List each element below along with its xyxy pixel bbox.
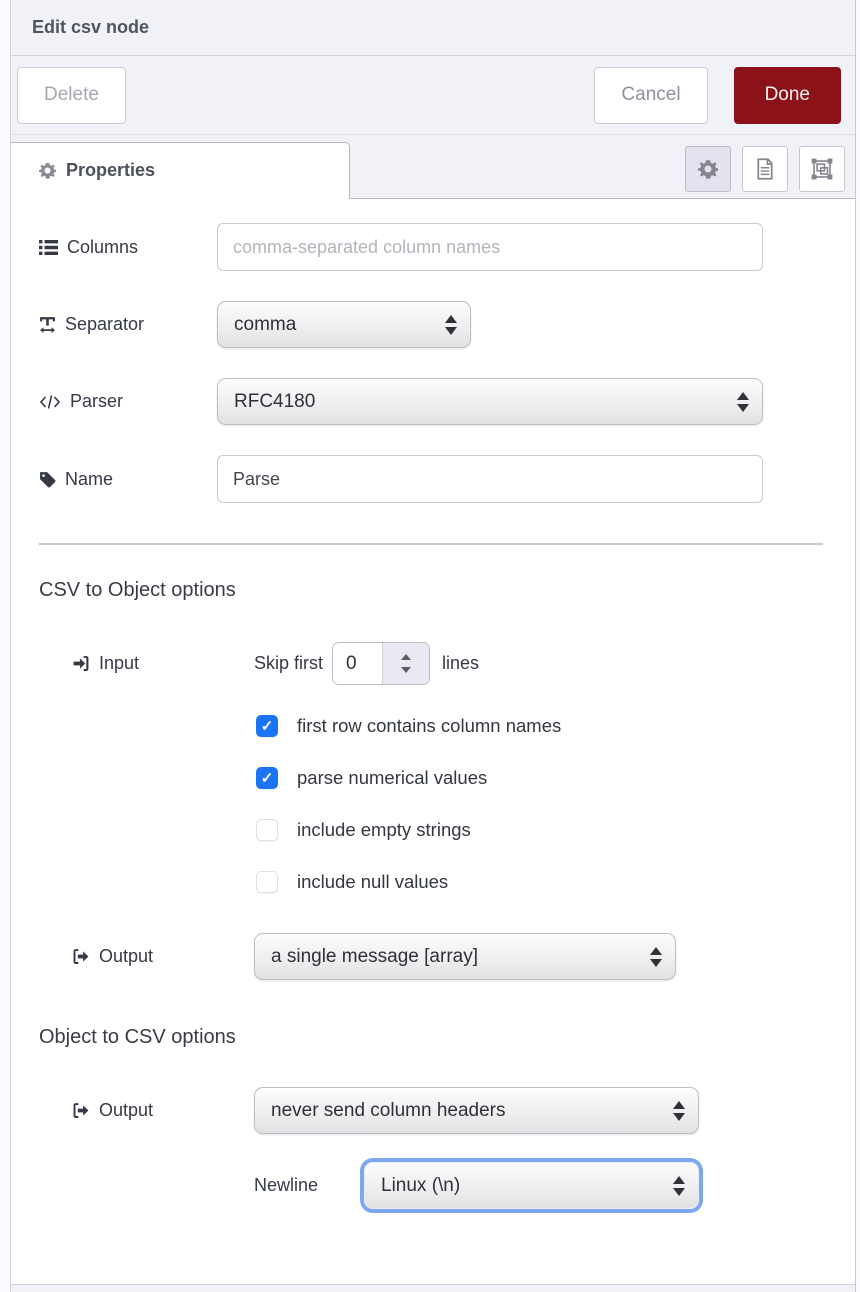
separator-row: Separator comma: [39, 301, 835, 348]
columns-label: Columns: [39, 237, 217, 258]
name-row: Name: [39, 455, 835, 503]
dialog-title: Edit csv node: [32, 17, 149, 38]
lines-label: lines: [442, 653, 479, 674]
parser-row: Parser RFC4180: [39, 378, 835, 425]
tab-properties[interactable]: Properties: [11, 142, 350, 199]
document-icon: [755, 158, 775, 180]
object-to-csv-heading: Object to CSV options: [39, 1026, 835, 1049]
editor-tabbar: Properties: [11, 135, 855, 199]
gear-icon: [39, 162, 56, 179]
separator-select-value: comma: [234, 314, 296, 336]
code-icon: [39, 394, 61, 410]
separator-label: Separator: [39, 314, 217, 335]
sign-out-icon: [72, 1102, 90, 1119]
parse-numerical-checkbox[interactable]: [256, 767, 278, 789]
dialog-toolbar: Delete Cancel Done: [11, 56, 855, 135]
first-row-names-checkbox[interactable]: [256, 715, 278, 737]
edit-node-dialog: Edit csv node Delete Cancel Done Propert…: [10, 0, 856, 1292]
newline-select[interactable]: Linux (\n): [364, 1162, 699, 1209]
checkbox-label: include null values: [297, 871, 448, 893]
properties-tab-button[interactable]: [685, 146, 731, 192]
properties-panel: Columns Separator comma Parser: [11, 199, 855, 1284]
sign-out-icon: [72, 948, 90, 965]
description-tab-button[interactable]: [742, 146, 788, 192]
skip-first-label: Skip first: [254, 653, 323, 674]
newline-row: Newline Linux (\n): [254, 1162, 835, 1209]
newline-select-value: Linux (\n): [381, 1175, 460, 1197]
checkbox-row: include empty strings: [256, 819, 835, 841]
checkbox-label: include empty strings: [297, 819, 471, 841]
dialog-footer: [11, 1284, 855, 1292]
appearance-tab-button[interactable]: [799, 146, 845, 192]
output-label: Output: [72, 1100, 254, 1121]
tab-buttons: [685, 146, 845, 192]
spinner-stepper[interactable]: [382, 643, 429, 684]
parser-label: Parser: [39, 391, 217, 412]
object-output-select[interactable]: never send column headers: [254, 1087, 699, 1134]
delete-button[interactable]: Delete: [17, 67, 126, 124]
output-label: Output: [72, 946, 254, 967]
newline-label: Newline: [254, 1175, 364, 1196]
section-divider: [39, 543, 823, 545]
select-arrows-icon: [445, 315, 457, 335]
columns-input[interactable]: [217, 223, 763, 271]
gear-icon: [698, 159, 718, 179]
include-null-checkbox[interactable]: [256, 871, 278, 893]
select-arrows-icon: [673, 1176, 685, 1196]
text-width-icon: [39, 316, 56, 333]
object-output-row: Output never send column headers: [72, 1087, 835, 1134]
select-arrows-icon: [650, 947, 662, 967]
skip-lines-spinner: [332, 642, 430, 685]
select-arrows-icon: [737, 392, 749, 412]
sign-in-icon: [72, 655, 90, 672]
skip-lines-input[interactable]: [333, 643, 382, 684]
cancel-button[interactable]: Cancel: [594, 67, 707, 124]
appearance-icon: [811, 158, 833, 180]
include-empty-checkbox[interactable]: [256, 819, 278, 841]
checkbox-row: first row contains column names: [256, 715, 835, 737]
csv-output-select-value: a single message [array]: [271, 946, 478, 968]
checkbox-row: include null values: [256, 871, 835, 893]
columns-row: Columns: [39, 223, 835, 271]
checkbox-label: parse numerical values: [297, 767, 487, 789]
dialog-header: Edit csv node: [11, 0, 855, 56]
input-label: Input: [72, 653, 254, 674]
name-input[interactable]: [217, 455, 763, 503]
tag-icon: [39, 471, 56, 488]
csv-output-row: Output a single message [array]: [72, 933, 835, 980]
name-label: Name: [39, 469, 217, 490]
csv-output-select[interactable]: a single message [array]: [254, 933, 676, 980]
parser-select-value: RFC4180: [234, 391, 315, 413]
separator-select[interactable]: comma: [217, 301, 471, 348]
list-icon: [39, 239, 58, 256]
checkbox-row: parse numerical values: [256, 767, 835, 789]
checkbox-label: first row contains column names: [297, 715, 561, 737]
csv-to-object-heading: CSV to Object options: [39, 579, 835, 602]
tab-properties-label: Properties: [66, 160, 155, 181]
object-output-select-value: never send column headers: [271, 1100, 505, 1122]
select-arrows-icon: [673, 1101, 685, 1121]
parser-select[interactable]: RFC4180: [217, 378, 763, 425]
input-options-row: Input Skip first lines: [72, 642, 835, 685]
done-button[interactable]: Done: [734, 67, 841, 124]
